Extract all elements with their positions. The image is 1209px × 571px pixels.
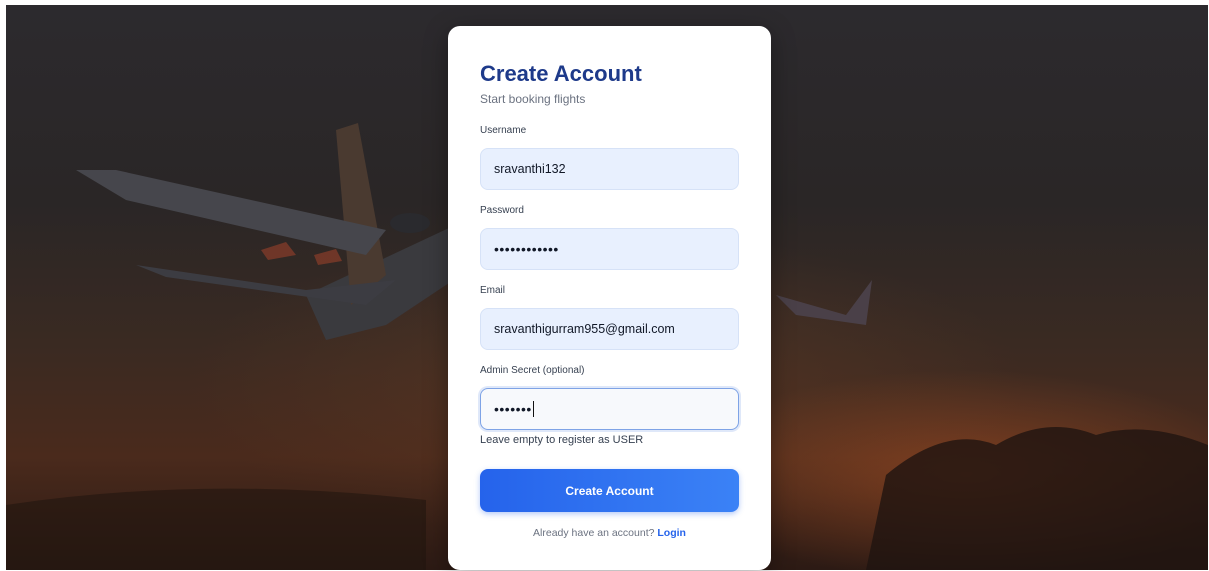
- admin-secret-input[interactable]: •••••••: [480, 388, 739, 430]
- email-input[interactable]: sravanthigurram955@gmail.com: [480, 308, 739, 350]
- username-label: Username: [480, 125, 527, 136]
- admin-secret-value: •••••••: [494, 401, 532, 417]
- login-prompt: Already have an account? Login: [480, 527, 739, 539]
- admin-secret-label: Admin Secret (optional): [480, 365, 585, 376]
- email-label: Email: [480, 285, 506, 296]
- password-value: ••••••••••••: [494, 241, 559, 257]
- login-prompt-text: Already have an account?: [533, 527, 655, 539]
- page-title: Create Account: [480, 61, 642, 86]
- password-input[interactable]: ••••••••••••: [480, 228, 739, 270]
- email-value: sravanthigurram955@gmail.com: [494, 322, 675, 336]
- password-label: Password: [480, 205, 524, 216]
- create-account-button[interactable]: Create Account: [480, 469, 739, 512]
- page-subtitle: Start booking flights: [480, 92, 586, 106]
- username-input[interactable]: sravanthi132: [480, 148, 739, 190]
- create-account-card: Create Account Start booking flights Use…: [448, 26, 771, 570]
- login-link[interactable]: Login: [657, 527, 686, 539]
- admin-secret-hint: Leave empty to register as USER: [480, 434, 644, 446]
- username-value: sravanthi132: [494, 162, 566, 176]
- text-caret: [532, 401, 534, 417]
